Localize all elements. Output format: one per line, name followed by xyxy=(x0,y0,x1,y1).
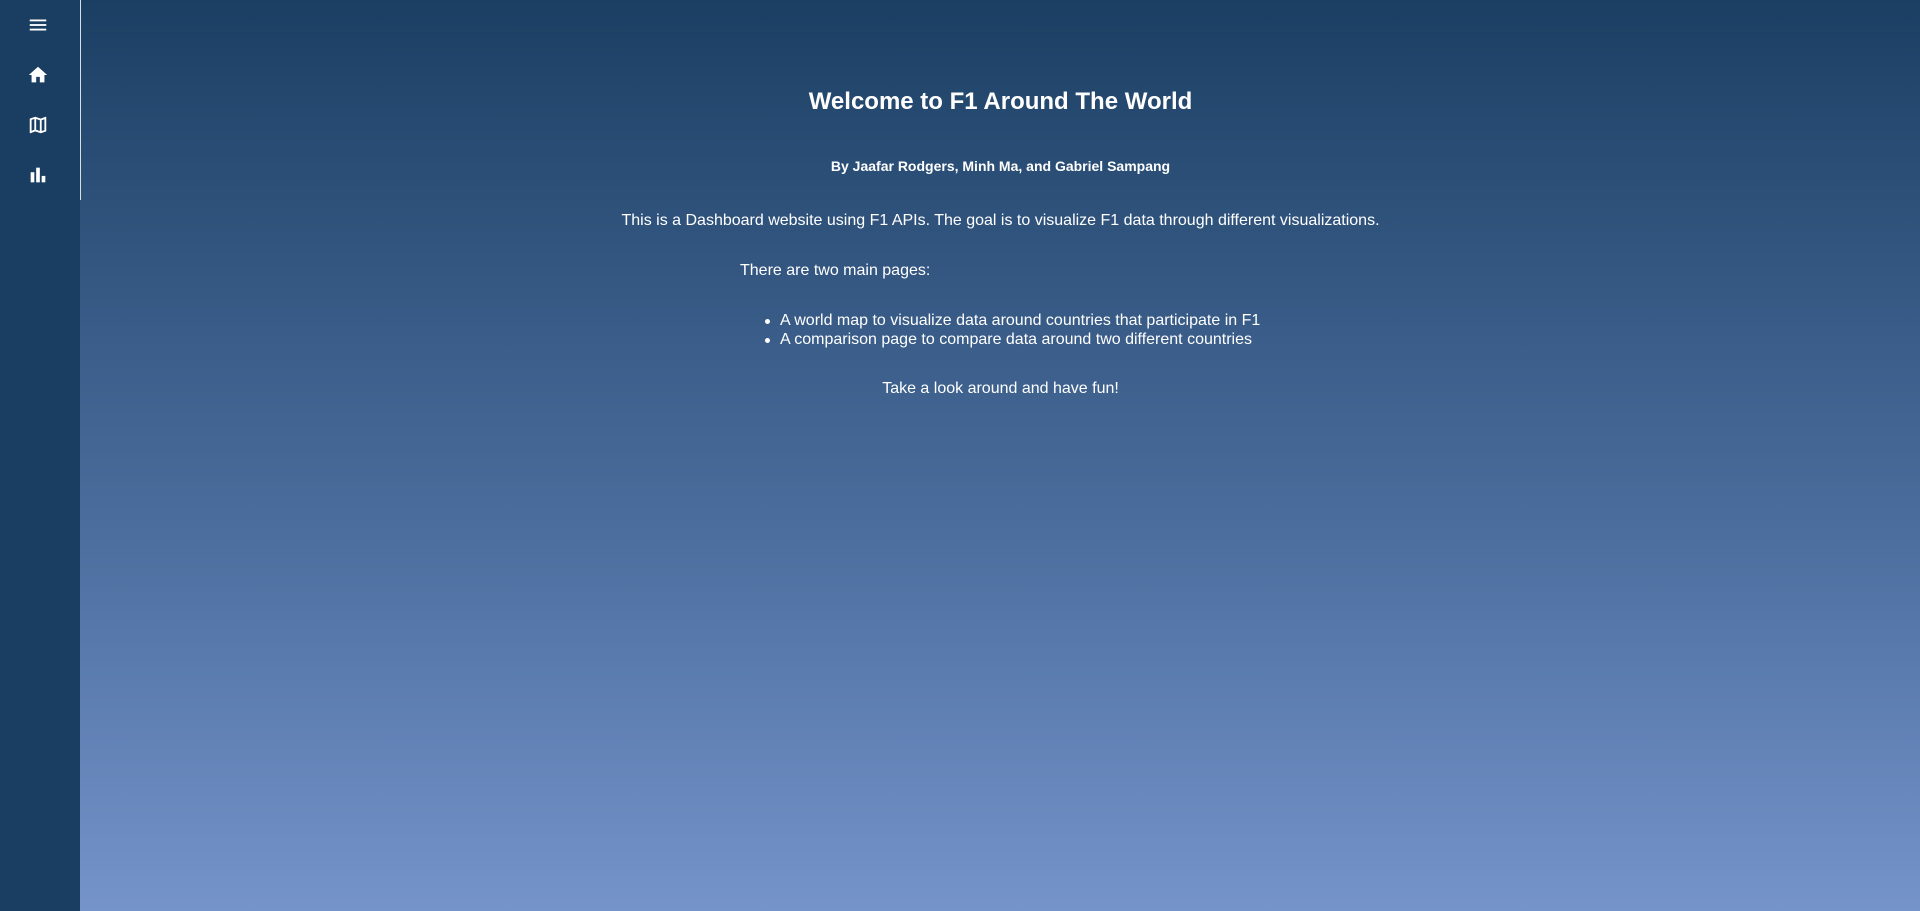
sidebar-item-map[interactable] xyxy=(20,107,56,143)
sidebar xyxy=(0,0,80,911)
closing-text: Take a look around and have fun! xyxy=(882,380,1119,397)
menu-button[interactable] xyxy=(20,7,56,43)
sidebar-item-home[interactable] xyxy=(20,57,56,93)
map-icon xyxy=(29,116,47,134)
pages-intro: There are two main pages: xyxy=(740,262,931,279)
sidebar-item-comparison[interactable] xyxy=(20,157,56,193)
main-content: Welcome to F1 Around The World By Jaafar… xyxy=(81,0,1920,911)
home-icon xyxy=(28,66,48,83)
page-title: Welcome to F1 Around The World xyxy=(808,88,1193,115)
menu-icon xyxy=(29,19,47,31)
bar-chart-icon xyxy=(30,167,46,183)
authors-byline: By Jaafar Rodgers, Minh Ma, and Gabriel … xyxy=(830,158,1171,174)
pages-list: A world map to visualize data around cou… xyxy=(764,311,1261,349)
list-item: A world map to visualize data around cou… xyxy=(764,312,1261,329)
list-item: A comparison page to compare data around… xyxy=(764,330,1260,349)
site-description: This is a Dashboard website using F1 API… xyxy=(621,212,1380,229)
